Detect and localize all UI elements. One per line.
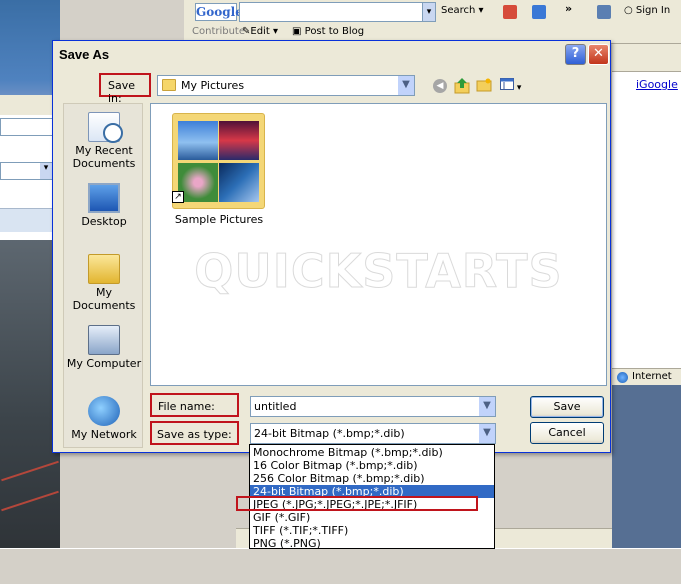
post-to-blog-button[interactable]: ▣ Post to Blog: [292, 26, 364, 37]
save-in-label: Save in:: [99, 73, 151, 105]
save-as-type-dropdown[interactable]: 24-bit Bitmap (*.bmp;*.dib) ▼: [250, 423, 496, 444]
file-name-label: File name:: [150, 393, 239, 417]
cancel-button[interactable]: Cancel: [530, 422, 604, 444]
place-my-recent-documents[interactable]: My Recent Documents: [64, 112, 144, 170]
background-field: [0, 118, 56, 136]
places-bar: My Recent Documents Desktop My Documents…: [63, 103, 143, 448]
place-label: My Recent Documents: [72, 144, 136, 170]
background-bridge-line: [1, 490, 59, 512]
views-menu-icon[interactable]: ▾: [500, 78, 524, 93]
google-search-button[interactable]: Search ▾: [441, 5, 484, 16]
file-name-field[interactable]: untitled ▼: [250, 396, 496, 417]
views-grid-icon: [500, 78, 514, 90]
my-network-icon: [88, 396, 120, 426]
sign-in-link[interactable]: ○ Sign In: [624, 5, 670, 16]
more-chevron-icon[interactable]: »: [565, 2, 572, 15]
google-logo[interactable]: Google: [195, 3, 243, 21]
igoogle-link[interactable]: iGoogle: [636, 78, 678, 91]
place-my-network[interactable]: My Network: [64, 396, 144, 441]
watermark: QUICKSTARTS: [194, 244, 563, 299]
save-as-type-label: Save as type:: [150, 421, 239, 445]
sign-in-label: Sign In: [635, 5, 671, 16]
background-bridge-line: [1, 460, 59, 482]
place-my-documents[interactable]: My Documents: [64, 254, 144, 312]
type-option[interactable]: Monochrome Bitmap (*.bmp;*.dib): [250, 446, 494, 459]
background-toolbar-band: [0, 208, 60, 232]
new-folder-icon[interactable]: [476, 78, 492, 92]
back-icon[interactable]: ◀: [433, 79, 447, 93]
thumbnail-image: [178, 121, 218, 160]
contribute-label: Contribute: [192, 26, 246, 37]
desktop-icon: [88, 183, 120, 213]
save-in-value: My Pictures: [181, 79, 245, 92]
edit-label: Edit: [250, 26, 270, 37]
sample-pictures-folder-icon[interactable]: ↗: [172, 113, 265, 209]
type-option[interactable]: TIFF (*.TIF;*.TIFF): [250, 524, 494, 537]
internet-zone-status: Internet: [612, 368, 681, 385]
wrench-icon[interactable]: [597, 5, 611, 19]
place-label: My Documents: [72, 286, 136, 312]
folder-icon: [162, 79, 176, 91]
search-label: Search: [441, 5, 476, 16]
type-option[interactable]: GIF (*.GIF): [250, 511, 494, 524]
type-option[interactable]: 16 Color Bitmap (*.bmp;*.dib): [250, 459, 494, 472]
close-button[interactable]: ✕: [588, 44, 609, 65]
chevron-down-icon[interactable]: ▼: [478, 397, 495, 416]
file-list[interactable]: ↗ Sample Pictures QUICKSTARTS: [150, 103, 607, 386]
up-folder-icon[interactable]: [454, 77, 470, 94]
google-search-input[interactable]: [239, 2, 423, 22]
dialog-titlebar[interactable]: Save As ? ✕: [53, 41, 610, 69]
dialog-title: Save As: [59, 47, 110, 62]
jpeg-option-highlight-box: [236, 496, 478, 511]
popup-blocker-icon[interactable]: [503, 5, 517, 19]
background-dropdown: [0, 162, 54, 180]
save-as-dialog: Save As ? ✕ Save in: My Pictures ▼ ◀ ▾ M…: [52, 40, 611, 453]
place-label: My Computer: [66, 357, 142, 370]
edit-button[interactable]: ✎Edit ▾: [242, 26, 278, 37]
save-in-dropdown[interactable]: My Pictures ▼: [157, 75, 415, 96]
place-label: Desktop: [81, 215, 127, 228]
place-my-computer[interactable]: My Computer: [64, 325, 144, 370]
shortcut-arrow-icon: ↗: [172, 191, 184, 203]
thumbnail-image: [178, 163, 218, 202]
recent-documents-icon: [88, 112, 123, 143]
file-item-label[interactable]: Sample Pictures: [165, 213, 273, 226]
browser-content-right: [612, 44, 681, 584]
thumbnail-image: [219, 163, 259, 202]
thumbnail-image: [219, 121, 259, 160]
place-label: My Network: [71, 428, 137, 441]
chevron-down-icon[interactable]: ▼: [397, 76, 414, 95]
help-button[interactable]: ?: [565, 44, 586, 65]
taskbar: [0, 548, 681, 584]
place-desktop[interactable]: Desktop: [64, 183, 144, 228]
type-option[interactable]: 256 Color Bitmap (*.bmp;*.dib): [250, 472, 494, 485]
background-window-left: [0, 0, 60, 584]
google-search-dropdown[interactable]: ▾: [422, 2, 436, 22]
my-documents-icon: [88, 254, 120, 284]
my-computer-icon: [88, 325, 120, 355]
chevron-down-icon[interactable]: ▼: [478, 424, 495, 443]
save-button[interactable]: Save: [530, 396, 604, 418]
browser-command-bar: [612, 44, 681, 72]
file-name-value: untitled: [254, 400, 297, 413]
add-button-icon[interactable]: [532, 5, 546, 19]
save-as-type-value: 24-bit Bitmap (*.bmp;*.dib): [254, 427, 405, 440]
type-option[interactable]: PNG (*.PNG): [250, 537, 494, 550]
post-to-blog-label: Post to Blog: [304, 26, 365, 37]
